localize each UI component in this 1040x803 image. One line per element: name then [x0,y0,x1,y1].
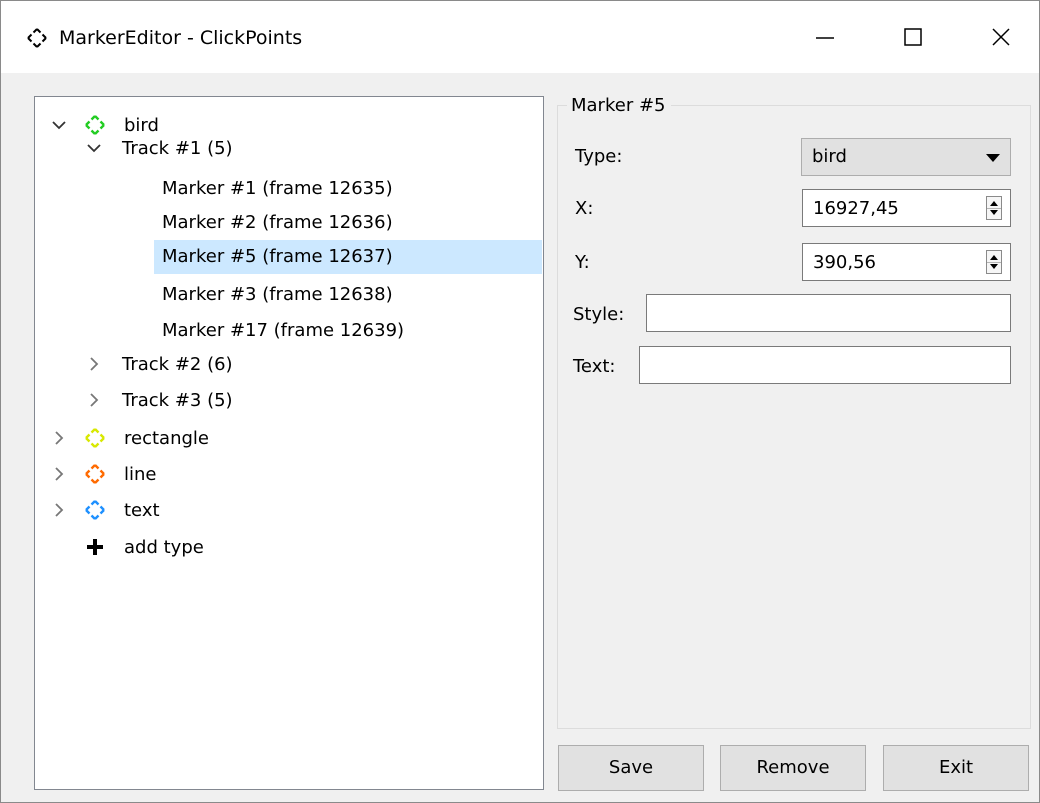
tree-node-label: Track #1 (5) [122,138,233,159]
tree-node-label: Marker #1 (frame 12635) [162,178,393,199]
tree-node-track[interactable]: Track #1 (5) [35,130,543,167]
tree-node-add-type[interactable]: add type [35,529,543,566]
tree-node-marker[interactable]: Marker #1 (frame 12635) [35,170,543,207]
spin-down-icon[interactable] [990,210,998,215]
marker-tree[interactable]: bird Track #1 (5) Marker #1 (frame 12635… [34,96,544,790]
minimize-icon [816,37,834,39]
marker-editor-window: MarkerEditor - ClickPoints bird Track #1… [0,0,1040,803]
tree-node-label: Marker #3 (frame 12638) [162,284,393,305]
x-spin-buttons[interactable] [986,196,1002,220]
text-input[interactable] [639,346,1011,384]
exit-button[interactable]: Exit [883,745,1029,791]
y-value: 390,56 [813,252,876,273]
title-bar[interactable]: MarkerEditor - ClickPoints [1,1,1039,73]
maximize-icon [904,28,922,46]
style-label: Style: [573,304,625,325]
chevron-down-icon[interactable] [84,138,104,158]
window-title: MarkerEditor - ClickPoints [59,27,303,49]
tree-node-label: text [124,500,160,521]
tree-node-track[interactable]: Track #3 (5) [35,382,543,419]
remove-button[interactable]: Remove [720,745,866,791]
chevron-right-icon[interactable] [49,500,69,520]
close-icon [992,28,1010,46]
spin-divider [987,262,1001,263]
save-button[interactable]: Save [558,745,704,791]
tree-node-label: add type [124,537,204,558]
chevron-right-icon[interactable] [49,428,69,448]
type-select[interactable]: bird [801,138,1011,176]
tree-node-label: rectangle [124,428,209,449]
tree-node-marker[interactable]: Marker #2 (frame 12636) [35,204,543,241]
crosshair-move-icon [85,500,105,520]
tree-node-label: Marker #2 (frame 12636) [162,212,393,233]
y-spin-buttons[interactable] [986,250,1002,274]
tree-node-label: Track #2 (6) [122,354,233,375]
x-spinbox[interactable]: 16927,45 [802,189,1011,227]
tree-node-marker[interactable]: Marker #3 (frame 12638) [35,276,543,313]
tree-node-type[interactable]: rectangle [35,420,543,457]
chevron-right-icon[interactable] [49,464,69,484]
chevron-down-icon [986,154,1000,162]
tree-node-label: Marker #5 (frame 12637) [162,246,393,267]
x-value: 16927,45 [813,198,899,219]
minimize-button[interactable] [781,1,869,73]
style-input[interactable] [646,294,1011,332]
close-button[interactable] [957,1,1039,73]
tree-node-type[interactable]: line [35,456,543,493]
tree-node-marker-selected[interactable]: Marker #5 (frame 12637) [35,238,543,275]
spin-up-icon[interactable] [990,255,998,260]
crosshair-move-icon [27,28,47,48]
maximize-button[interactable] [869,1,957,73]
crosshair-move-icon [85,464,105,484]
spin-up-icon[interactable] [990,201,998,206]
spin-down-icon[interactable] [990,264,998,269]
type-select-value: bird [812,146,847,167]
y-label: Y: [575,252,590,273]
tree-node-label: line [124,464,157,485]
spin-divider [987,208,1001,209]
tree-node-type[interactable]: text [35,492,543,529]
x-label: X: [575,198,594,219]
tree-node-marker[interactable]: Marker #17 (frame 12639) [35,312,543,349]
text-label: Text: [573,356,616,377]
tree-node-track[interactable]: Track #2 (6) [35,346,543,383]
chevron-right-icon[interactable] [84,354,104,374]
crosshair-move-icon [85,428,105,448]
type-label: Type: [575,146,623,167]
y-spinbox[interactable]: 390,56 [802,243,1011,281]
tree-node-label: Track #3 (5) [122,390,233,411]
tree-node-label: Marker #17 (frame 12639) [162,320,405,341]
plus-icon [87,539,103,555]
chevron-right-icon[interactable] [84,390,104,410]
group-title: Marker #5 [567,94,672,118]
